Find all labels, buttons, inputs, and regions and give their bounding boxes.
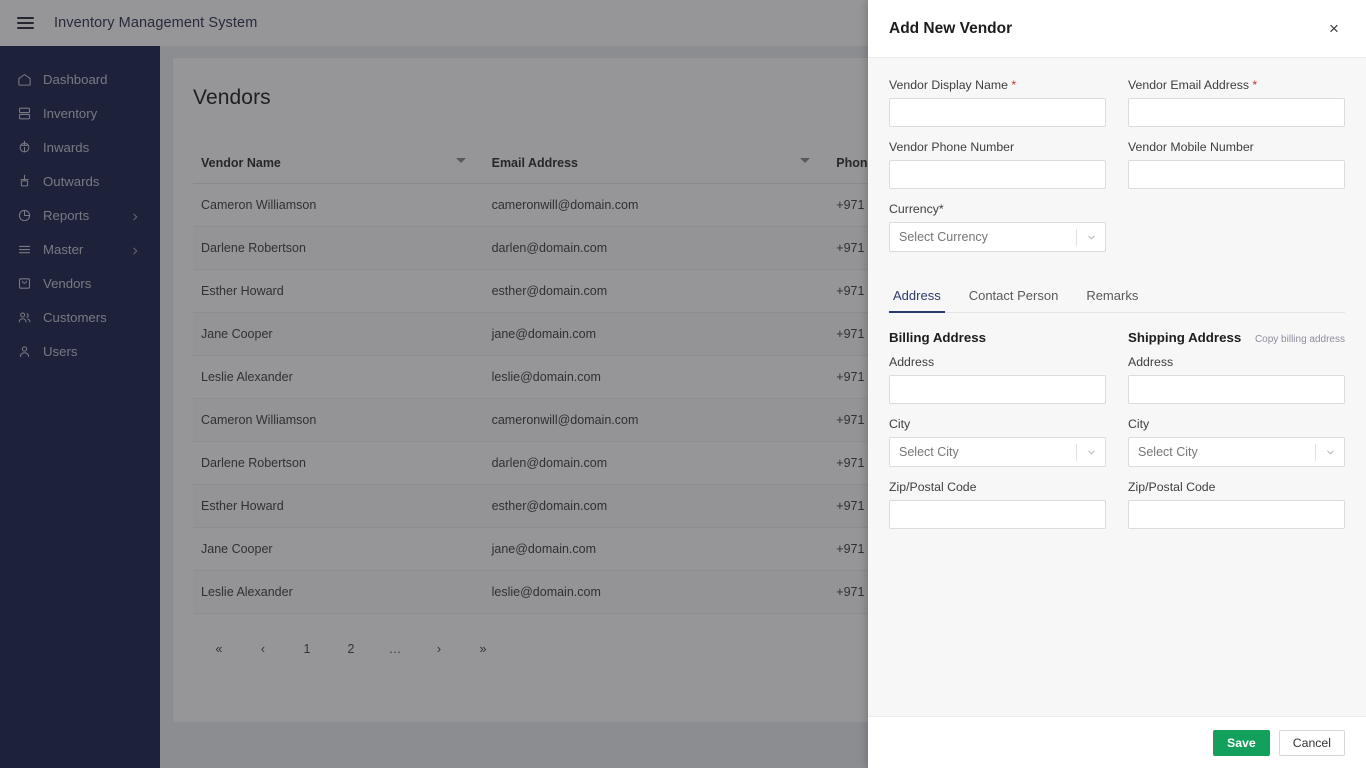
vendor-mobile-number-label: Vendor Mobile Number	[1128, 140, 1254, 154]
chevron-down-icon[interactable]	[1316, 447, 1344, 458]
billing-zip-input[interactable]	[889, 500, 1106, 529]
required-marker: *	[1011, 78, 1017, 92]
billing-zip-label: Zip/Postal Code	[889, 480, 977, 494]
modal-title: Add New Vendor	[889, 19, 1013, 37]
shipping-city-group: City Select City	[1128, 417, 1345, 467]
currency-select[interactable]: Select Currency	[889, 222, 1106, 252]
billing-address-group: Address	[889, 355, 1106, 404]
shipping-zip-input[interactable]	[1128, 500, 1345, 529]
application-root: Inventory Management System Dashboard In…	[0, 0, 1366, 768]
cancel-button[interactable]: Cancel	[1278, 729, 1345, 756]
modal-tabs: Address Contact Person Remarks	[889, 288, 1345, 313]
shipping-address-label: Address	[1128, 355, 1174, 369]
modal-header: Add New Vendor ×	[868, 0, 1366, 58]
tab-contact-person[interactable]: Contact Person	[955, 288, 1073, 312]
modal-footer: Save Cancel	[868, 716, 1366, 768]
shipping-city-value: Select City	[1138, 445, 1198, 459]
billing-address-title: Billing Address	[889, 330, 987, 345]
vendor-mobile-number-input[interactable]	[1128, 160, 1345, 189]
save-button[interactable]: Save	[1213, 729, 1270, 756]
shipping-address-group: Address	[1128, 355, 1345, 404]
vendor-phone-number-input[interactable]	[889, 160, 1106, 189]
shipping-city-label: City	[1128, 417, 1150, 431]
close-icon[interactable]: ×	[1323, 18, 1345, 40]
billing-address-label: Address	[889, 355, 935, 369]
shipping-zip-label: Zip/Postal Code	[1128, 480, 1216, 494]
currency-row: Currency* Select Currency	[889, 202, 1345, 265]
label-text: Vendor Display Name	[889, 78, 1008, 92]
vendor-email-address-input[interactable]	[1128, 98, 1345, 127]
tab-remarks[interactable]: Remarks	[1072, 288, 1152, 312]
shipping-zip-group: Zip/Postal Code	[1128, 480, 1345, 529]
vendor-display-name-label: Vendor Display Name *	[889, 78, 1106, 92]
add-new-vendor-drawer: Add New Vendor × Vendor Display Name * V…	[868, 0, 1366, 768]
vendor-display-name-group: Vendor Display Name *	[889, 78, 1106, 127]
shipping-address-input[interactable]	[1128, 375, 1345, 404]
shipping-address-header: Shipping Address Copy billing address	[1128, 330, 1345, 345]
billing-city-group: City Select City	[889, 417, 1106, 467]
shipping-address-column: Shipping Address Copy billing address Ad…	[1128, 313, 1345, 542]
vendor-mobile-number-group: Vendor Mobile Number	[1128, 140, 1345, 189]
vendor-display-name-input[interactable]	[889, 98, 1106, 127]
tab-address[interactable]: Address	[889, 288, 955, 313]
vendor-phone-number-label: Vendor Phone Number	[889, 140, 1015, 154]
required-marker: *	[1252, 78, 1258, 92]
vendor-phone-number-group: Vendor Phone Number	[889, 140, 1106, 189]
billing-city-select[interactable]: Select City	[889, 437, 1106, 467]
currency-select-value: Select Currency	[899, 230, 988, 244]
copy-billing-address-link[interactable]: Copy billing address	[1255, 334, 1345, 345]
vendor-email-address-label: Vendor Email Address *	[1128, 78, 1345, 92]
shipping-address-title: Shipping Address	[1128, 330, 1242, 345]
label-text: Vendor Email Address	[1128, 78, 1249, 92]
currency-label: Currency*	[889, 202, 944, 216]
currency-group: Currency* Select Currency	[889, 202, 1106, 252]
billing-city-value: Select City	[899, 445, 959, 459]
billing-city-label: City	[889, 417, 911, 431]
phone-mobile-row: Vendor Phone Number Vendor Mobile Number	[889, 140, 1345, 202]
chevron-down-icon[interactable]	[1077, 232, 1105, 243]
vendor-email-address-group: Vendor Email Address *	[1128, 78, 1345, 127]
currency-row-spacer	[1128, 202, 1345, 265]
shipping-city-select[interactable]: Select City	[1128, 437, 1345, 467]
billing-address-column: Billing Address Address City Select City	[889, 313, 1106, 542]
address-headings-row: Billing Address Address City Select City	[889, 313, 1345, 542]
billing-address-input[interactable]	[889, 375, 1106, 404]
name-email-row: Vendor Display Name * Vendor Email Addre…	[889, 78, 1345, 140]
billing-address-header: Billing Address	[889, 330, 1106, 345]
billing-zip-group: Zip/Postal Code	[889, 480, 1106, 529]
modal-body: Vendor Display Name * Vendor Email Addre…	[868, 58, 1366, 716]
chevron-down-icon[interactable]	[1077, 447, 1105, 458]
